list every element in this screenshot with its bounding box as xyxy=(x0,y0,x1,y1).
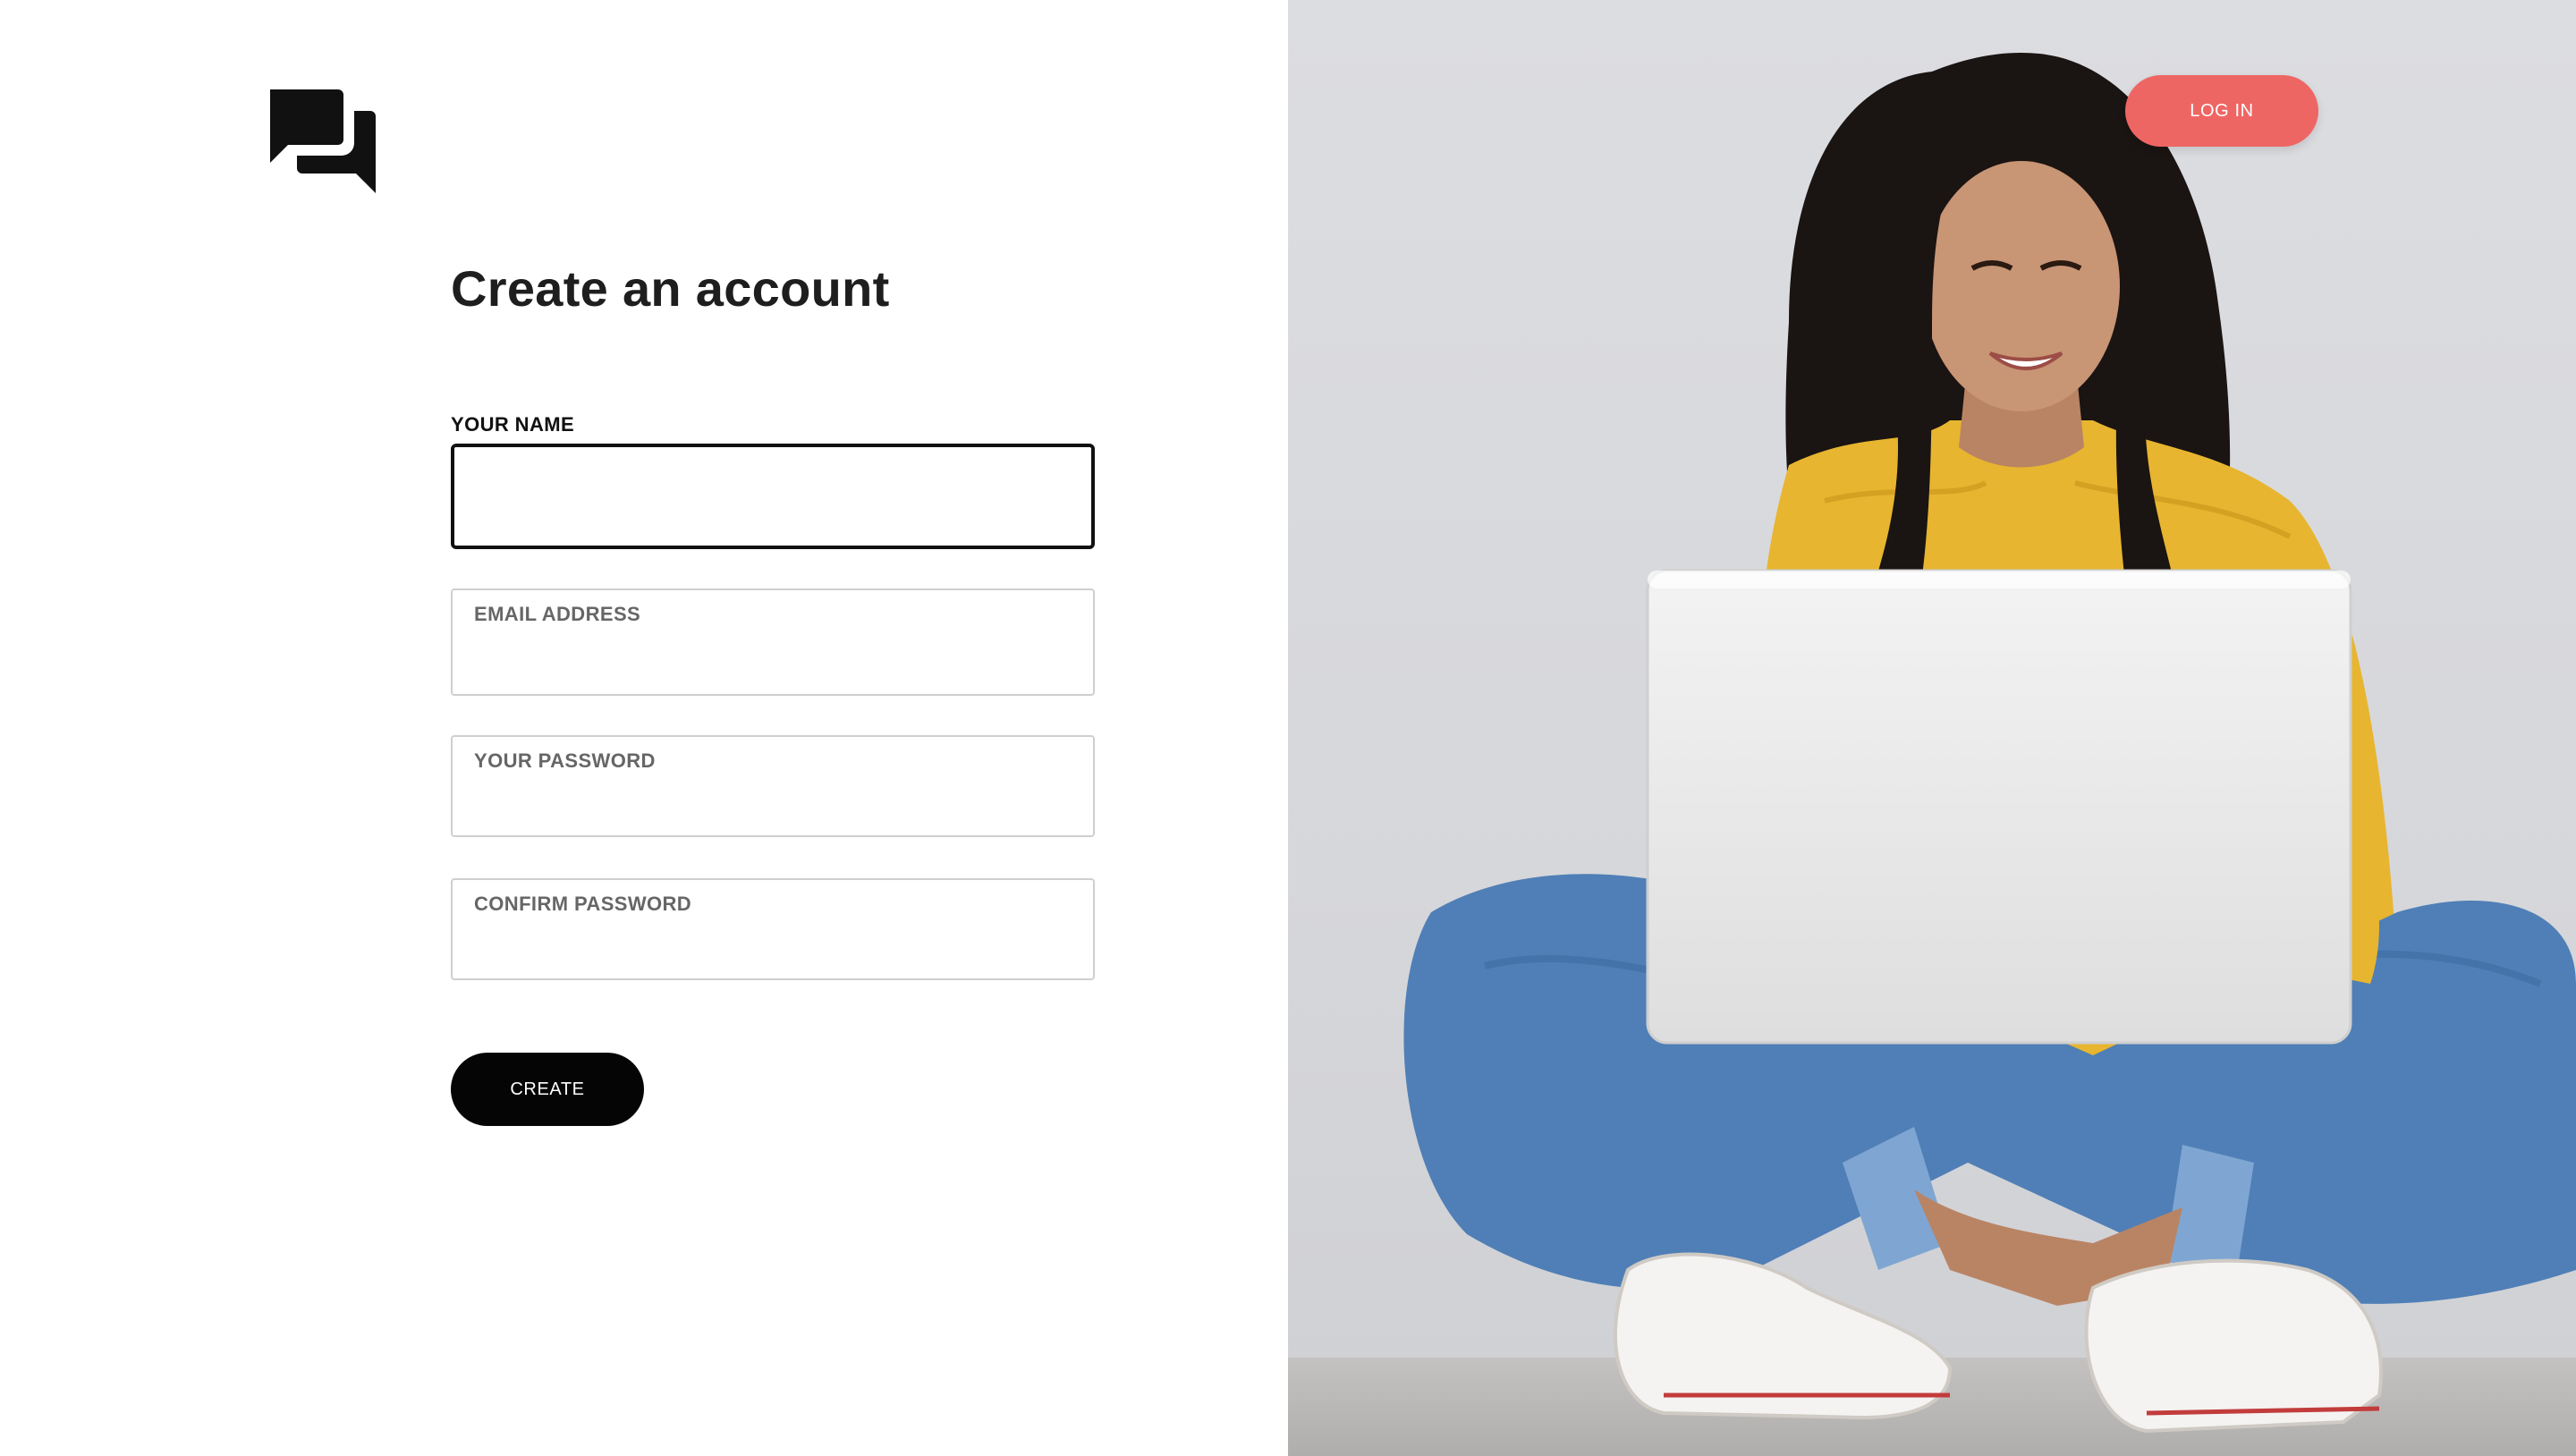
email-field[interactable]: EMAIL ADDRESS xyxy=(451,588,1095,696)
name-field-label: YOUR NAME xyxy=(451,413,575,436)
password-input[interactable] xyxy=(474,792,1072,825)
name-field[interactable] xyxy=(451,444,1095,549)
confirm-password-field[interactable]: CONFIRM PASSWORD xyxy=(451,878,1095,980)
name-input[interactable] xyxy=(476,469,1070,526)
confirm-password-field-label: CONFIRM PASSWORD xyxy=(474,893,692,915)
chat-bubbles-icon xyxy=(267,84,377,195)
confirm-password-input[interactable] xyxy=(474,935,1072,968)
password-field[interactable]: YOUR PASSWORD xyxy=(451,735,1095,837)
password-field-label: YOUR PASSWORD xyxy=(474,749,656,772)
email-input[interactable] xyxy=(474,651,1072,683)
woman-with-laptop-photo xyxy=(1403,52,2576,1434)
signup-panel: Create an account YOUR NAME EMAIL ADDRES… xyxy=(0,0,1288,1456)
email-field-label: EMAIL ADDRESS xyxy=(474,603,641,625)
login-button[interactable]: LOG IN xyxy=(2125,75,2318,147)
create-button[interactable]: CREATE xyxy=(451,1053,644,1126)
page-title: Create an account xyxy=(451,260,890,317)
hero-image xyxy=(1288,0,2576,1456)
